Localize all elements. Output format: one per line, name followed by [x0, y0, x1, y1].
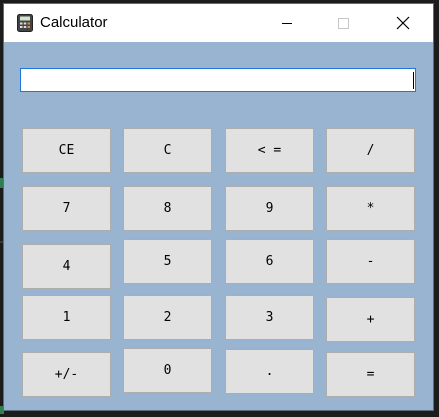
close-icon [396, 16, 410, 30]
maximize-button[interactable] [321, 4, 367, 42]
text-caret [413, 72, 414, 89]
minus-button[interactable]: - [326, 239, 415, 284]
display-input[interactable] [20, 68, 416, 92]
eight-button[interactable]: 8 [123, 186, 212, 231]
window-title: Calculator [40, 14, 108, 31]
close-button[interactable] [379, 4, 425, 42]
title-bar[interactable]: Calculator [4, 4, 433, 42]
minimize-button[interactable] [264, 4, 310, 42]
multiply-button[interactable]: * [326, 186, 415, 231]
one-button[interactable]: 1 [22, 295, 111, 340]
negate-button[interactable]: +/- [22, 352, 111, 397]
minimize-icon [282, 23, 292, 24]
ce-button[interactable]: CE [22, 128, 111, 173]
clear-button[interactable]: C [123, 128, 212, 173]
calculator-window: Calculator CE C < = / 7 8 9 * 4 5 6 - 1 [4, 4, 433, 410]
backspace-button[interactable]: < = [225, 128, 314, 173]
divide-button[interactable]: / [326, 128, 415, 173]
calculator-icon [17, 14, 33, 32]
zero-button[interactable]: 0 [123, 348, 212, 393]
nine-button[interactable]: 9 [225, 186, 314, 231]
six-button[interactable]: 6 [225, 239, 314, 284]
equals-button[interactable]: = [326, 352, 415, 397]
maximize-icon [338, 18, 349, 29]
three-button[interactable]: 3 [225, 295, 314, 340]
plus-button[interactable]: + [326, 297, 415, 342]
two-button[interactable]: 2 [123, 295, 212, 340]
seven-button[interactable]: 7 [22, 186, 111, 231]
four-button[interactable]: 4 [22, 244, 111, 289]
decimal-button[interactable]: . [225, 349, 314, 394]
five-button[interactable]: 5 [123, 239, 212, 284]
